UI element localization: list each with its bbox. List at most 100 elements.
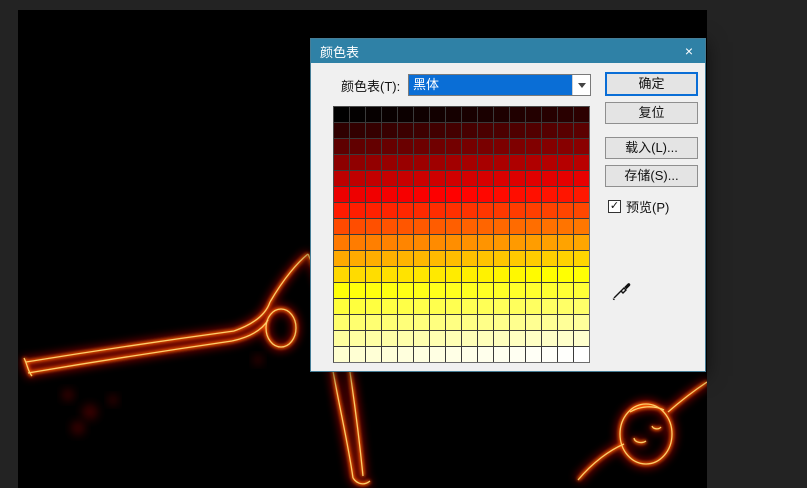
- color-swatch[interactable]: [430, 107, 445, 122]
- color-swatch[interactable]: [558, 299, 573, 314]
- color-swatch[interactable]: [462, 267, 477, 282]
- color-swatch[interactable]: [430, 315, 445, 330]
- color-swatch[interactable]: [526, 251, 541, 266]
- color-swatch[interactable]: [334, 235, 349, 250]
- color-swatch[interactable]: [398, 107, 413, 122]
- color-swatch[interactable]: [350, 123, 365, 138]
- color-swatch[interactable]: [558, 187, 573, 202]
- color-swatch[interactable]: [382, 155, 397, 170]
- color-swatch[interactable]: [430, 251, 445, 266]
- color-swatch[interactable]: [382, 347, 397, 362]
- color-swatch[interactable]: [398, 187, 413, 202]
- color-swatch[interactable]: [414, 347, 429, 362]
- color-swatch[interactable]: [574, 251, 589, 266]
- color-swatch[interactable]: [446, 171, 461, 186]
- color-swatch[interactable]: [510, 315, 525, 330]
- color-swatch[interactable]: [462, 187, 477, 202]
- color-swatch[interactable]: [334, 107, 349, 122]
- color-swatch[interactable]: [414, 219, 429, 234]
- color-swatch[interactable]: [414, 139, 429, 154]
- color-swatch[interactable]: [510, 171, 525, 186]
- color-swatch[interactable]: [462, 203, 477, 218]
- color-swatch[interactable]: [382, 219, 397, 234]
- color-swatch[interactable]: [366, 203, 381, 218]
- color-swatch[interactable]: [462, 219, 477, 234]
- color-swatch[interactable]: [446, 299, 461, 314]
- color-swatch[interactable]: [382, 139, 397, 154]
- color-swatch[interactable]: [398, 155, 413, 170]
- color-swatch[interactable]: [414, 331, 429, 346]
- color-swatch[interactable]: [350, 235, 365, 250]
- color-swatch[interactable]: [478, 107, 493, 122]
- color-swatch[interactable]: [494, 219, 509, 234]
- color-swatch[interactable]: [526, 219, 541, 234]
- color-swatch[interactable]: [574, 107, 589, 122]
- color-swatch[interactable]: [478, 315, 493, 330]
- color-swatch[interactable]: [382, 187, 397, 202]
- color-swatch[interactable]: [526, 155, 541, 170]
- color-swatch[interactable]: [430, 347, 445, 362]
- color-swatch[interactable]: [334, 203, 349, 218]
- color-swatch[interactable]: [414, 251, 429, 266]
- color-swatch[interactable]: [382, 267, 397, 282]
- color-swatch[interactable]: [510, 283, 525, 298]
- color-swatch[interactable]: [494, 203, 509, 218]
- color-swatch[interactable]: [334, 315, 349, 330]
- color-swatch[interactable]: [398, 331, 413, 346]
- color-swatch[interactable]: [430, 139, 445, 154]
- color-swatch[interactable]: [494, 283, 509, 298]
- color-swatch[interactable]: [526, 187, 541, 202]
- color-swatch[interactable]: [478, 331, 493, 346]
- color-swatch[interactable]: [430, 171, 445, 186]
- color-swatch[interactable]: [350, 203, 365, 218]
- color-swatch[interactable]: [494, 187, 509, 202]
- color-swatch[interactable]: [414, 155, 429, 170]
- color-swatch[interactable]: [510, 203, 525, 218]
- color-swatch[interactable]: [350, 187, 365, 202]
- color-swatch[interactable]: [510, 267, 525, 282]
- color-swatch[interactable]: [478, 251, 493, 266]
- color-swatch[interactable]: [510, 107, 525, 122]
- color-swatch[interactable]: [462, 171, 477, 186]
- color-swatch[interactable]: [574, 283, 589, 298]
- color-swatch[interactable]: [526, 331, 541, 346]
- color-swatch[interactable]: [478, 299, 493, 314]
- color-swatch[interactable]: [494, 235, 509, 250]
- color-swatch[interactable]: [558, 251, 573, 266]
- color-swatch[interactable]: [510, 299, 525, 314]
- color-swatch[interactable]: [510, 235, 525, 250]
- dialog-titlebar[interactable]: 颜色表 ×: [311, 39, 705, 63]
- color-swatch[interactable]: [558, 107, 573, 122]
- color-swatch[interactable]: [366, 347, 381, 362]
- color-swatch[interactable]: [494, 155, 509, 170]
- color-swatch[interactable]: [526, 107, 541, 122]
- color-swatch[interactable]: [350, 107, 365, 122]
- color-swatch[interactable]: [462, 347, 477, 362]
- color-swatch[interactable]: [430, 235, 445, 250]
- color-swatch[interactable]: [462, 315, 477, 330]
- color-swatch[interactable]: [526, 203, 541, 218]
- color-swatch[interactable]: [526, 123, 541, 138]
- color-swatch[interactable]: [574, 171, 589, 186]
- color-swatch[interactable]: [446, 187, 461, 202]
- color-swatch[interactable]: [494, 139, 509, 154]
- color-swatch[interactable]: [542, 139, 557, 154]
- color-swatch[interactable]: [382, 171, 397, 186]
- color-swatch[interactable]: [430, 203, 445, 218]
- color-swatch[interactable]: [366, 299, 381, 314]
- color-swatch[interactable]: [526, 299, 541, 314]
- color-swatch[interactable]: [350, 347, 365, 362]
- color-swatch[interactable]: [558, 283, 573, 298]
- color-swatch[interactable]: [366, 155, 381, 170]
- color-swatch[interactable]: [574, 235, 589, 250]
- color-swatch[interactable]: [558, 139, 573, 154]
- color-swatch[interactable]: [542, 155, 557, 170]
- color-swatch[interactable]: [398, 219, 413, 234]
- color-swatch[interactable]: [382, 123, 397, 138]
- color-swatch[interactable]: [542, 171, 557, 186]
- color-swatch[interactable]: [526, 347, 541, 362]
- color-swatch[interactable]: [462, 123, 477, 138]
- color-swatch[interactable]: [526, 235, 541, 250]
- color-swatch[interactable]: [430, 123, 445, 138]
- color-table-select[interactable]: 黑体: [408, 74, 591, 96]
